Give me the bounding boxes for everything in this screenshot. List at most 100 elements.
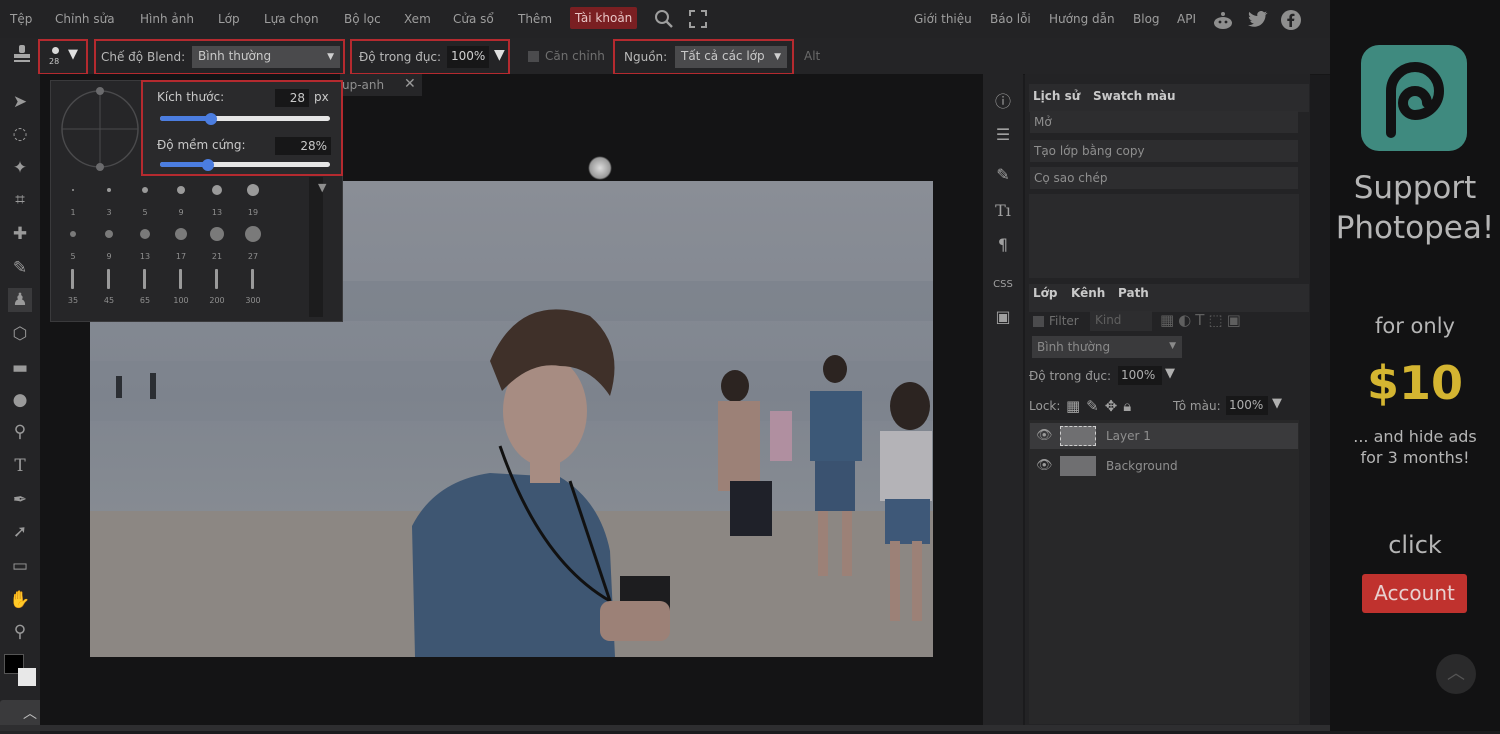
tab-channels[interactable]: Kênh — [1071, 286, 1105, 300]
properties-icon[interactable]: ☰ — [991, 122, 1015, 146]
presets-menu-icon[interactable]: ▼ — [318, 181, 326, 194]
brush-preset[interactable]: 27 — [235, 221, 271, 261]
brush-preset[interactable]: 45 — [91, 265, 127, 305]
blend-mode-select[interactable]: Bình thường ▼ — [192, 46, 340, 68]
dodge-tool-icon[interactable]: ⚲ — [8, 420, 32, 444]
blog-link[interactable]: Blog — [1133, 12, 1160, 26]
twitter-icon[interactable] — [1248, 11, 1268, 32]
path-select-tool-icon[interactable]: ➚ — [8, 520, 32, 544]
brush-preset-picker[interactable]: 28 ▼ — [38, 39, 88, 75]
menu-file[interactable]: Tệp — [10, 12, 32, 26]
brush-preset[interactable]: 9 — [91, 221, 127, 261]
clone-stamp-tool-icon[interactable]: ♟ — [8, 288, 32, 312]
magic-wand-tool-icon[interactable]: ✦ — [8, 156, 32, 180]
brush-preset[interactable]: 21 — [199, 221, 235, 261]
paragraph-icon[interactable]: ¶ — [991, 232, 1015, 256]
zoom-tool-icon[interactable]: ⚲ — [8, 620, 32, 644]
photopea-logo[interactable] — [1361, 45, 1467, 151]
menu-filter[interactable]: Bộ lọc — [344, 12, 381, 26]
size-slider-knob[interactable] — [205, 113, 217, 125]
close-icon[interactable]: ✕ — [404, 76, 416, 92]
tab-swatches[interactable]: Swatch màu — [1093, 89, 1176, 103]
brush-preset[interactable]: 200 — [199, 265, 235, 305]
hardness-slider-knob[interactable] — [201, 159, 214, 171]
lasso-tool-icon[interactable]: ◌ — [8, 122, 32, 146]
report-bug-link[interactable]: Báo lỗi — [990, 12, 1031, 26]
document-tab[interactable]: up-anh ✕ — [340, 74, 422, 96]
guide-link[interactable]: Hướng dẫn — [1049, 12, 1115, 26]
source-select[interactable]: Tất cả các lớp ▼ — [675, 46, 787, 68]
menu-select[interactable]: Lựa chọn — [264, 12, 319, 26]
presets-scrollbar[interactable] — [309, 177, 323, 317]
filter-type-icons[interactable]: ▦◐T⬚▣ — [1160, 311, 1245, 329]
gradient-tool-icon[interactable]: ▬ — [8, 356, 32, 380]
filter-checkbox[interactable] — [1033, 316, 1044, 327]
opacity-dropdown-icon[interactable]: ▼ — [494, 47, 505, 63]
brush-preset[interactable]: 17 — [163, 221, 199, 261]
brush-preset[interactable]: 300 — [235, 265, 271, 305]
menu-account[interactable]: Tài khoản — [570, 7, 638, 29]
eye-icon[interactable]: 👁︎ — [1036, 428, 1053, 443]
tab-history[interactable]: Lịch sử — [1033, 89, 1080, 103]
brush-preset[interactable]: 13 — [127, 221, 163, 261]
menu-more[interactable]: Thêm — [518, 12, 552, 26]
reddit-icon[interactable] — [1212, 10, 1234, 34]
healing-tool-icon[interactable]: ✚ — [8, 222, 32, 246]
layer-row[interactable]: 👁︎ Background — [1030, 453, 1298, 479]
brush-settings-icon[interactable]: ✎ — [991, 162, 1015, 186]
shape-tool-icon[interactable]: ▭ — [8, 554, 32, 578]
menu-edit[interactable]: Chỉnh sửa — [55, 12, 115, 26]
scroll-top-icon[interactable]: ︿ — [1436, 654, 1476, 694]
menu-image[interactable]: Hình ảnh — [140, 12, 194, 26]
type-tool-icon[interactable]: T — [8, 454, 32, 478]
info-icon[interactable]: ⓘ — [991, 88, 1015, 112]
fill-input[interactable]: 100% — [1226, 396, 1268, 415]
brush-angle-preview[interactable] — [59, 87, 141, 171]
eraser-tool-icon[interactable]: ⬡ — [8, 322, 32, 346]
ad-account-button[interactable]: Account — [1362, 574, 1467, 613]
fullscreen-icon[interactable] — [689, 10, 707, 32]
search-icon[interactable] — [654, 9, 674, 33]
hand-tool-icon[interactable]: ✋ — [8, 588, 32, 612]
history-item[interactable]: Mở — [1030, 111, 1298, 133]
brush-preset[interactable]: 3 — [91, 177, 127, 217]
size-input[interactable]: 28 — [275, 89, 309, 107]
facebook-icon[interactable] — [1281, 10, 1301, 34]
character-icon[interactable]: Tı — [991, 198, 1015, 222]
css-icon[interactable]: CSS — [991, 272, 1015, 296]
brush-preset[interactable]: 65 — [127, 265, 163, 305]
menu-window[interactable]: Cửa sổ — [453, 12, 494, 26]
move-tool-icon[interactable]: ➤ — [8, 90, 32, 114]
hardness-input[interactable]: 28% — [275, 137, 331, 155]
align-checkbox[interactable] — [528, 51, 539, 62]
kind-select[interactable]: Kind — [1090, 311, 1152, 331]
menu-view[interactable]: Xem — [404, 12, 431, 26]
lock-icons[interactable]: ▦✎✥🔒︎ — [1066, 397, 1137, 415]
brush-preset[interactable]: 5 — [127, 177, 163, 217]
image-icon[interactable]: ▣ — [991, 304, 1015, 328]
brush-preset[interactable]: 13 — [199, 177, 235, 217]
history-item[interactable]: Cọ sao chép — [1030, 167, 1298, 189]
brush-preset[interactable]: 1 — [55, 177, 91, 217]
layer-opacity-input[interactable]: 100% — [1118, 366, 1162, 385]
blur-tool-icon[interactable]: ● — [8, 388, 32, 412]
brush-preset[interactable]: 5 — [55, 221, 91, 261]
tab-layers[interactable]: Lớp — [1033, 286, 1057, 300]
background-color-swatch[interactable] — [18, 668, 36, 686]
opacity-dropdown-icon[interactable]: ▼ — [1165, 366, 1175, 381]
brush-preset[interactable]: 35 — [55, 265, 91, 305]
menu-layer[interactable]: Lớp — [218, 12, 240, 26]
hardness-slider[interactable] — [160, 159, 330, 171]
brush-tool-icon[interactable]: ✎ — [8, 256, 32, 280]
eye-icon[interactable]: 👁︎ — [1036, 458, 1053, 473]
size-slider[interactable] — [160, 113, 330, 125]
bottom-scrollbar[interactable] — [0, 725, 1330, 731]
tab-paths[interactable]: Path — [1118, 286, 1149, 300]
fill-dropdown-icon[interactable]: ▼ — [1272, 396, 1282, 411]
opacity-input[interactable]: 100% — [447, 46, 490, 68]
layer-blend-select[interactable]: Bình thường ▼ — [1032, 336, 1182, 358]
pen-tool-icon[interactable]: ✒ — [8, 488, 32, 512]
brush-preset[interactable]: 100 — [163, 265, 199, 305]
layer-row[interactable]: 👁︎ Layer 1 — [1030, 423, 1298, 449]
about-link[interactable]: Giới thiệu — [914, 12, 972, 26]
